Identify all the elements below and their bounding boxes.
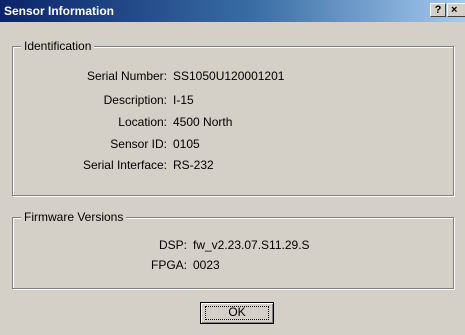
- description-row: Description: I-15: [13, 93, 453, 108]
- sensor-id-label: Sensor ID:: [110, 137, 167, 151]
- help-icon: ?: [434, 4, 442, 16]
- description-value: I-15: [173, 93, 194, 107]
- serial-number-label: Serial Number:: [86, 69, 167, 83]
- dsp-row: DSP: fw_v2.23.07.S11.29.S: [13, 238, 453, 253]
- firmware-versions-legend: Firmware Versions: [21, 210, 127, 224]
- title-bar[interactable]: Sensor Information ? ×: [0, 0, 465, 22]
- identification-group: Identification Serial Number: SS1050U120…: [12, 39, 454, 196]
- help-button[interactable]: ?: [430, 3, 446, 17]
- firmware-versions-group: Firmware Versions DSP: fw_v2.23.07.S11.2…: [12, 210, 454, 289]
- serial-number-value: SS1050U120001201: [173, 69, 285, 83]
- serial-interface-row: Serial Interface: RS-232: [13, 158, 453, 173]
- location-label: Location:: [118, 115, 167, 129]
- fpga-value: 0023: [193, 258, 220, 272]
- ok-button[interactable]: OK: [200, 302, 274, 324]
- serial-number-row: Serial Number: SS1050U120001201: [13, 69, 453, 84]
- window-title: Sensor Information: [4, 4, 115, 18]
- dsp-label: DSP:: [158, 238, 187, 252]
- sensor-id-row: Sensor ID: 0105: [13, 137, 453, 152]
- serial-interface-value: RS-232: [173, 158, 214, 172]
- sensor-information-dialog: Sensor Information ? × Identification Se…: [0, 0, 465, 335]
- location-value: 4500 North: [173, 115, 233, 129]
- description-label: Description:: [103, 93, 167, 107]
- sensor-id-value: 0105: [173, 137, 200, 151]
- dsp-value: fw_v2.23.07.S11.29.S: [193, 238, 310, 252]
- focus-rectangle: [205, 306, 269, 320]
- close-button[interactable]: ×: [447, 3, 465, 17]
- location-row: Location: 4500 North: [13, 115, 453, 130]
- identification-legend: Identification: [21, 39, 95, 53]
- serial-interface-label: Serial Interface:: [82, 158, 167, 172]
- close-icon: ×: [451, 4, 458, 16]
- fpga-label: FPGA:: [150, 258, 187, 272]
- fpga-row: FPGA: 0023: [13, 258, 453, 273]
